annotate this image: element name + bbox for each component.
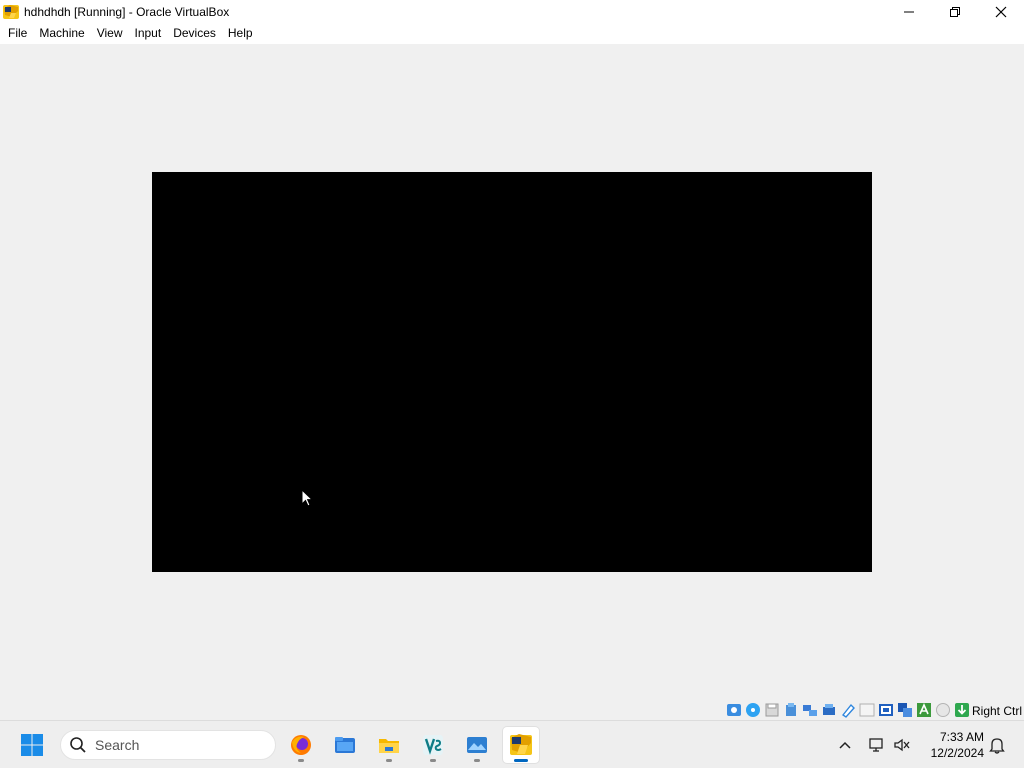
menu-bar: File Machine View Input Devices Help	[0, 23, 1024, 44]
optical-disk-icon[interactable]	[745, 702, 761, 718]
notification-button[interactable]	[985, 733, 1009, 757]
restore-icon	[950, 6, 960, 17]
menu-help[interactable]: Help	[222, 23, 259, 44]
floppy-icon[interactable]	[764, 702, 780, 718]
restore-button[interactable]	[932, 0, 978, 23]
taskbar-photos[interactable]	[459, 727, 495, 763]
windows-logo-icon	[21, 734, 43, 756]
firefox-icon	[291, 735, 311, 755]
folder-icon	[335, 737, 355, 753]
volume-muted-icon	[894, 738, 910, 752]
clock-date: 12/2/2024	[930, 746, 984, 760]
taskbar-clock[interactable]: 7:33 AM 12/2/2024	[920, 729, 984, 761]
taskbar-virtualbox[interactable]	[503, 727, 539, 763]
title-bar[interactable]: hdhdhdh [Running] - Oracle VirtualBox	[0, 0, 1024, 23]
hard-disk-icon[interactable]	[726, 702, 742, 718]
close-button[interactable]	[978, 0, 1024, 23]
clock-time: 7:33 AM	[939, 730, 984, 744]
tray-overflow-button[interactable]	[833, 733, 857, 757]
usb-icon[interactable]	[821, 702, 837, 718]
virtualbox-icon	[510, 734, 532, 755]
search-label: Search	[95, 737, 140, 753]
taskbar: Search 7:33 AM 12/2/2024	[0, 720, 1024, 768]
host-key-label: Right Ctrl	[972, 704, 1023, 718]
running-indicator	[430, 759, 436, 762]
photos-icon	[467, 737, 487, 753]
tray-volume[interactable]	[890, 733, 914, 757]
minimize-button[interactable]	[886, 0, 932, 23]
display-icon[interactable]	[859, 702, 875, 718]
running-indicator	[298, 759, 304, 762]
tray-network[interactable]	[865, 733, 889, 757]
status-icons	[726, 702, 970, 718]
taskbar-firefox[interactable]	[283, 727, 319, 763]
taskbar-vs[interactable]	[415, 727, 451, 763]
search-icon	[70, 737, 86, 753]
running-indicator	[474, 759, 480, 762]
vs-icon	[423, 735, 443, 755]
vm-status-bar: Right Ctrl	[0, 700, 1024, 720]
shared-folders-icon[interactable]	[840, 702, 856, 718]
minimize-icon	[904, 11, 914, 12]
vm-guest-screen[interactable]	[152, 172, 872, 572]
mouse-integration-icon[interactable]	[916, 702, 932, 718]
network-status-icon	[869, 738, 883, 752]
close-icon	[995, 6, 1007, 17]
virtualbox-icon	[2, 3, 20, 21]
file-explorer-icon	[379, 739, 399, 753]
taskbar-file-explorer[interactable]	[371, 727, 407, 763]
menu-view[interactable]: View	[91, 23, 129, 44]
bell-icon	[989, 738, 1005, 754]
network-icon[interactable]	[802, 702, 818, 718]
menu-devices[interactable]: Devices	[167, 23, 222, 44]
running-indicator	[386, 759, 392, 762]
recording-icon[interactable]	[878, 702, 894, 718]
cpu-icon[interactable]	[897, 702, 913, 718]
chevron-up-icon	[839, 741, 851, 749]
start-button[interactable]	[16, 733, 48, 757]
menu-machine[interactable]: Machine	[33, 23, 90, 44]
host-key-icon[interactable]	[954, 702, 970, 718]
menu-file[interactable]: File	[2, 23, 33, 44]
mouse-cursor-icon	[301, 488, 315, 509]
active-indicator	[514, 759, 528, 762]
window-title: hdhdhdh [Running] - Oracle VirtualBox	[24, 4, 230, 19]
taskbar-folder[interactable]	[327, 727, 363, 763]
taskbar-search[interactable]: Search	[60, 730, 276, 760]
audio-icon[interactable]	[783, 702, 799, 718]
menu-input[interactable]: Input	[129, 23, 168, 44]
keyboard-icon[interactable]	[935, 702, 951, 718]
window-controls	[886, 0, 1024, 23]
